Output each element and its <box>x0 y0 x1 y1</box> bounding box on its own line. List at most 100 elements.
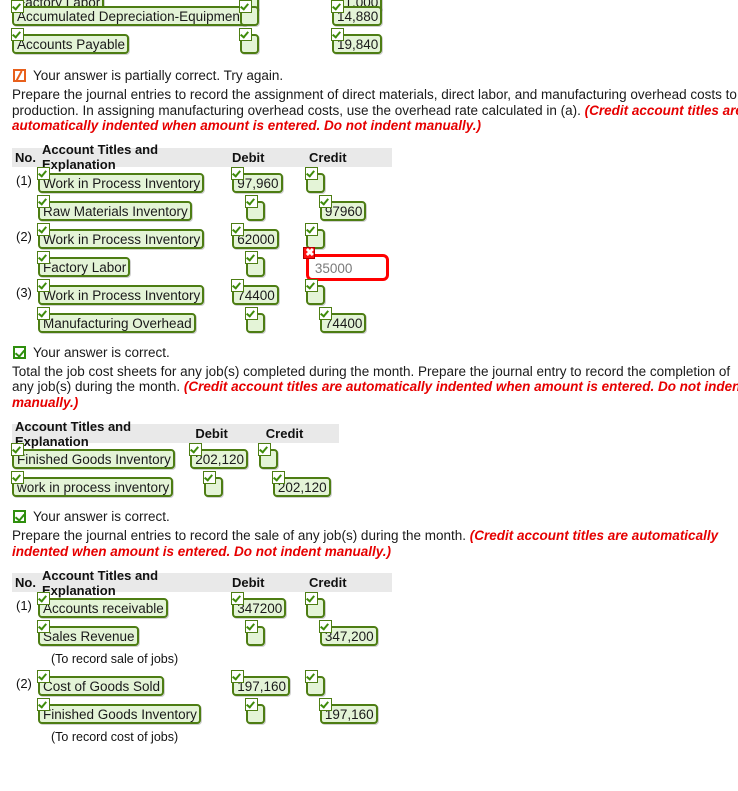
debit-amount-field[interactable] <box>245 306 266 333</box>
account-cell: Accounts receivable <box>37 592 232 618</box>
journal-section: Your answer is correct. Prepare the journ… <box>0 509 738 748</box>
credit-amount-field[interactable]: 74400 <box>318 306 367 333</box>
check-badge-icon <box>245 620 259 633</box>
answer-feedback: Your answer is partially correct. Try ag… <box>0 68 738 83</box>
table-header-row: No. Account Titles and Explanation Debit Cr… <box>12 568 392 598</box>
check-badge-icon <box>189 443 203 456</box>
account-title-field[interactable]: Work in Process Inventory <box>37 278 205 305</box>
question-prompt: Prepare the journal entries to record th… <box>0 528 738 559</box>
debit-amount-field[interactable] <box>239 28 259 54</box>
account-title-field[interactable]: Accounts Payable <box>11 28 130 54</box>
check-badge-icon <box>37 306 50 320</box>
account-title-field[interactable]: Manufacturing Overhead <box>37 306 196 333</box>
row-number-cell: (1) <box>16 598 32 613</box>
feedback-text: Your answer is partially correct. Try ag… <box>33 68 284 83</box>
debit-amount-field[interactable]: 347200 <box>231 592 287 618</box>
account-title-field[interactable]: Work in Process Inventory <box>37 222 205 249</box>
account-cell: Manufacturing Overhead <box>37 306 232 333</box>
credit-amount-field[interactable] <box>304 222 325 249</box>
field-value: 197,160 <box>237 679 287 694</box>
feedback-text: Your answer is correct. <box>33 344 170 360</box>
answer-feedback: Your answer is correct. <box>0 345 738 360</box>
credit-cell: 14,880 <box>318 0 408 26</box>
account-title-field[interactable]: work in process inventory <box>11 471 174 497</box>
debit-amount-field[interactable] <box>245 250 266 277</box>
field-value: Manufacturing Overhead <box>43 315 192 331</box>
credit-amount-field[interactable]: 14,880 <box>331 0 383 26</box>
check-badge-icon <box>231 166 245 180</box>
table-row: Accounts Payable 19,840 <box>11 28 738 56</box>
debit-amount-field[interactable]: 74400 <box>231 278 279 305</box>
prompt-text: Prepare the journal entries to record th… <box>12 528 470 543</box>
credit-cell: ✖ 35000 <box>302 246 392 281</box>
account-title-field[interactable]: Raw Materials Inventory <box>37 194 192 221</box>
account-title-field[interactable]: Finished Goods Inventory <box>11 443 175 469</box>
debit-amount-field[interactable] <box>239 0 259 26</box>
check-badge-icon <box>318 194 332 208</box>
correct-icon <box>13 510 26 523</box>
credit-amount-field[interactable]: 347,200 <box>318 620 378 646</box>
credit-cell <box>257 443 339 472</box>
correct-icon <box>13 345 26 359</box>
check-badge-icon <box>37 620 50 633</box>
table-row: (1) Accounts receivable 347200 <box>12 592 392 620</box>
account-title-field[interactable]: Cost of Goods Sold <box>37 670 165 696</box>
credit-amount-field[interactable] <box>304 670 325 696</box>
account-title-field[interactable]: Work in Process Inventory <box>37 166 205 193</box>
row-number-cell: (2) <box>16 228 32 244</box>
account-title-field[interactable]: Sales Revenue <box>37 620 139 646</box>
credit-amount-field[interactable]: 197,160 <box>318 698 378 724</box>
field-value: Sales Revenue <box>43 629 135 644</box>
credit-amount-field[interactable]: ✖ 35000 <box>302 246 389 281</box>
credit-amount-field[interactable] <box>304 278 325 305</box>
journal-entry-sections: Your answer is partially correct. Try ag… <box>0 68 738 748</box>
credit-amount-field[interactable]: 19,840 <box>331 28 383 54</box>
debit-amount-field[interactable] <box>245 620 266 646</box>
journal-section: Your answer is partially correct. Try ag… <box>0 68 738 335</box>
account-cell: Finished Goods Inventory <box>37 698 232 724</box>
debit-cell: 97,960 <box>231 166 306 193</box>
field-value: 347,200 <box>324 629 374 644</box>
debit-amount-field[interactable]: 97,960 <box>231 166 283 193</box>
account-cell: Accumulated Depreciation-Equipment <box>11 0 248 26</box>
column-header-credit: Credit <box>265 426 304 441</box>
check-badge-icon <box>318 620 332 633</box>
check-badge-icon <box>11 0 24 13</box>
check-badge-icon <box>11 471 24 484</box>
debit-amount-field[interactable] <box>203 471 224 497</box>
row-number-cell: (1) <box>16 172 32 188</box>
column-header-debit: Debit <box>232 575 265 590</box>
account-cell: Work in Process Inventory <box>37 166 232 193</box>
debit-amount-field[interactable]: 202,120 <box>189 443 249 469</box>
journal-entry-table: Account Titles and Explanation Debit Credi… <box>11 419 339 499</box>
debit-cell <box>232 698 306 727</box>
credit-amount-field[interactable]: 97960 <box>318 194 367 221</box>
credit-cell: 202,120 <box>259 471 339 497</box>
check-badge-icon <box>239 0 252 13</box>
account-title-field[interactable]: Factory Labor <box>37 250 131 277</box>
credit-amount-field[interactable]: 202,120 <box>271 471 331 497</box>
journal-entry-table: No. Account Titles and Explanation Debit Cr… <box>12 142 392 335</box>
field-value: Accumulated Depreciation-Equipment <box>17 9 244 24</box>
credit-amount-field[interactable] <box>304 166 325 193</box>
debit-amount-field[interactable] <box>245 698 266 724</box>
x-badge-icon: ✖ <box>302 246 315 259</box>
debit-amount-field[interactable]: 62000 <box>231 222 279 249</box>
table-row: Factory Labor ✖ 35000 <box>12 246 392 281</box>
account-title-field[interactable]: Accumulated Depreciation-Equipment <box>11 0 248 26</box>
journal-entry-table: No. Account Titles and Explanation Debit Cr… <box>12 568 392 748</box>
credit-amount-field[interactable] <box>257 443 278 469</box>
debit-amount-field[interactable] <box>245 194 266 221</box>
table-row: Finished Goods Inventory 197,160 <box>12 698 392 726</box>
account-title-field[interactable]: Finished Goods Inventory <box>37 698 201 724</box>
table-row: Finished Goods Inventory 202,120 <box>11 443 339 472</box>
check-badge-icon <box>304 166 318 180</box>
check-badge-icon <box>304 592 318 605</box>
table-row: (2) Cost of Goods Sold 197,160 <box>12 670 392 698</box>
debit-cell <box>232 620 306 649</box>
account-title-field[interactable]: Accounts receivable <box>37 592 168 618</box>
debit-amount-field[interactable]: 197,160 <box>231 670 291 696</box>
credit-amount-field[interactable] <box>304 592 325 618</box>
question-prompt: Total the job cost sheets for any job(s)… <box>0 364 738 411</box>
debit-cell: 62000 <box>231 222 306 249</box>
